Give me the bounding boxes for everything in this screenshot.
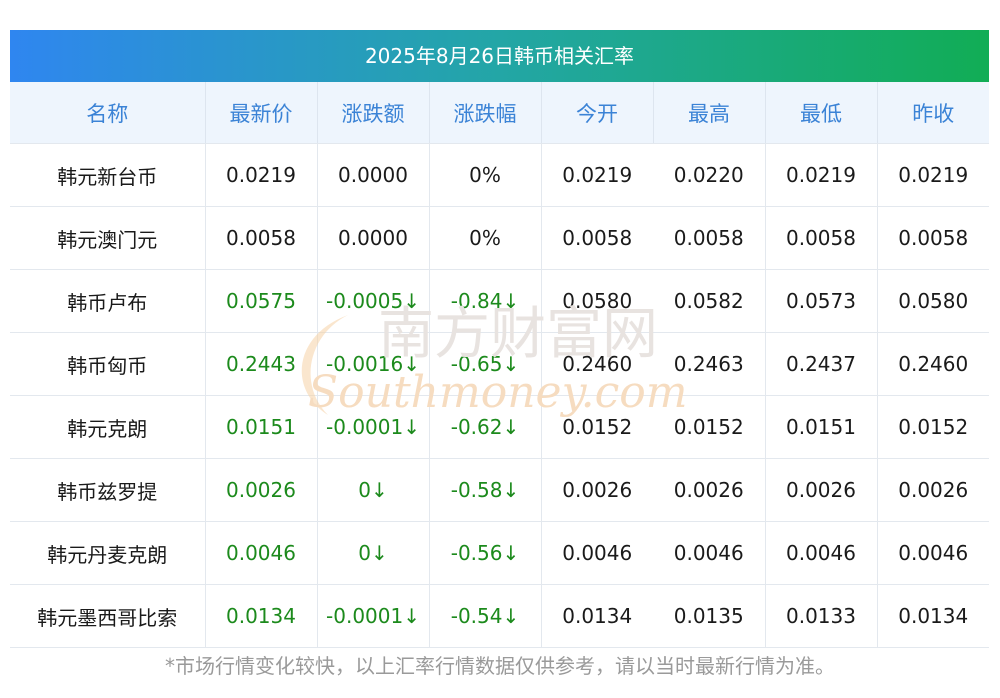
column-header: 今开 — [540, 82, 653, 144]
latest-price-cell: 0.0046 — [204, 521, 317, 585]
column-header: 涨跌额 — [316, 82, 429, 144]
currency-name-cell: 韩元新台币 — [10, 143, 205, 207]
prev-close-cell: 0.0219 — [876, 143, 989, 207]
change-percent-cell: 0% — [428, 206, 541, 270]
high-price-cell: 0.0046 — [653, 521, 765, 585]
open-price-cell: 0.0219 — [540, 143, 653, 207]
high-price-cell: 0.0220 — [653, 143, 765, 207]
change-amount-cell: 0↓ — [316, 521, 429, 585]
high-price-cell: 0.0135 — [653, 584, 765, 648]
change-amount-cell: -0.0016↓ — [316, 332, 429, 396]
currency-name-cell: 韩元墨西哥比索 — [10, 584, 205, 648]
open-price-cell: 0.0058 — [540, 206, 653, 270]
column-header: 最新价 — [204, 82, 317, 144]
change-amount-cell: 0.0000 — [316, 143, 429, 207]
currency-name-cell: 韩币卢布 — [10, 269, 205, 333]
low-price-cell: 0.2437 — [764, 332, 877, 396]
low-price-cell: 0.0573 — [764, 269, 877, 333]
latest-price-cell: 0.0058 — [204, 206, 317, 270]
rate-table: 名称 最新价 涨跌额 涨跌幅 今开 最高 最低 昨收 韩元新台币 0.0219 0.… — [10, 82, 989, 648]
currency-name-cell: 韩元克朗 — [10, 395, 205, 459]
currency-name-cell: 韩元澳门元 — [10, 206, 205, 270]
latest-price-cell: 0.0575 — [204, 269, 317, 333]
rate-table-panel: 2025年8月26日韩币相关汇率 名称 最新价 涨跌额 涨跌幅 今开 最高 最低… — [10, 30, 989, 648]
table-header-row: 名称 最新价 涨跌额 涨跌幅 今开 最高 最低 昨收 — [10, 82, 989, 144]
change-percent-cell: -0.58↓ — [428, 458, 541, 522]
latest-price-cell: 0.2443 — [204, 332, 317, 396]
column-header: 昨收 — [876, 82, 989, 144]
column-header: 涨跌幅 — [428, 82, 541, 144]
latest-price-cell: 0.0219 — [204, 143, 317, 207]
table-title: 2025年8月26日韩币相关汇率 — [10, 30, 989, 82]
open-price-cell: 0.2460 — [540, 332, 653, 396]
high-price-cell: 0.0582 — [653, 269, 765, 333]
column-header: 最高 — [652, 82, 765, 144]
low-price-cell: 0.0151 — [764, 395, 877, 459]
open-price-cell: 0.0580 — [540, 269, 653, 333]
prev-close-cell: 0.0152 — [876, 395, 989, 459]
currency-name-cell: 韩元丹麦克朗 — [10, 521, 205, 585]
currency-name-cell: 韩币兹罗提 — [10, 458, 205, 522]
high-price-cell: 0.0058 — [653, 206, 765, 270]
table-row: 韩元墨西哥比索 0.0134 -0.0001↓ -0.54↓ 0.0134 0.0135 0… — [10, 584, 989, 648]
disclaimer-footnote: *市场行情变化较快，以上汇率行情数据仅供参考，请以当时最新行情为准。 — [165, 654, 835, 678]
latest-price-cell: 0.0026 — [204, 458, 317, 522]
change-amount-cell: -0.0001↓ — [316, 395, 429, 459]
open-price-cell: 0.0134 — [540, 584, 653, 648]
open-price-cell: 0.0046 — [540, 521, 653, 585]
low-price-cell: 0.0046 — [764, 521, 877, 585]
prev-close-cell: 0.0046 — [876, 521, 989, 585]
prev-close-cell: 0.2460 — [876, 332, 989, 396]
low-price-cell: 0.0058 — [764, 206, 877, 270]
prev-close-cell: 0.0580 — [876, 269, 989, 333]
table-row: 韩元丹麦克朗 0.0046 0↓ -0.56↓ 0.0046 0.0046 0.0046 0.… — [10, 521, 989, 585]
change-amount-cell: 0.0000 — [316, 206, 429, 270]
latest-price-cell: 0.0134 — [204, 584, 317, 648]
low-price-cell: 0.0133 — [764, 584, 877, 648]
change-percent-cell: -0.56↓ — [428, 521, 541, 585]
open-price-cell: 0.0026 — [540, 458, 653, 522]
column-header: 最低 — [764, 82, 877, 144]
prev-close-cell: 0.0134 — [876, 584, 989, 648]
open-price-cell: 0.0152 — [540, 395, 653, 459]
column-header: 名称 — [10, 82, 205, 144]
table-row: 韩元新台币 0.0219 0.0000 0% 0.0219 0.0220 0.0219 0.0… — [10, 143, 989, 207]
prev-close-cell: 0.0026 — [876, 458, 989, 522]
change-amount-cell: -0.0001↓ — [316, 584, 429, 648]
change-percent-cell: -0.65↓ — [428, 332, 541, 396]
change-amount-cell: -0.0005↓ — [316, 269, 429, 333]
table-row: 韩币卢布 0.0575 -0.0005↓ -0.84↓ 0.0580 0.0582 0.05… — [10, 269, 989, 333]
change-percent-cell: 0% — [428, 143, 541, 207]
change-amount-cell: 0↓ — [316, 458, 429, 522]
table-row: 韩币匈币 0.2443 -0.0016↓ -0.65↓ 0.2460 0.2463 0.24… — [10, 332, 989, 396]
high-price-cell: 0.0152 — [653, 395, 765, 459]
high-price-cell: 0.2463 — [653, 332, 765, 396]
currency-name-cell: 韩币匈币 — [10, 332, 205, 396]
change-percent-cell: -0.54↓ — [428, 584, 541, 648]
change-percent-cell: -0.62↓ — [428, 395, 541, 459]
high-price-cell: 0.0026 — [653, 458, 765, 522]
latest-price-cell: 0.0151 — [204, 395, 317, 459]
low-price-cell: 0.0026 — [764, 458, 877, 522]
table-row: 韩元澳门元 0.0058 0.0000 0% 0.0058 0.0058 0.0058 0.0… — [10, 206, 989, 270]
change-percent-cell: -0.84↓ — [428, 269, 541, 333]
table-row: 韩元克朗 0.0151 -0.0001↓ -0.62↓ 0.0152 0.0152 0.01… — [10, 395, 989, 459]
low-price-cell: 0.0219 — [764, 143, 877, 207]
table-body: 韩元新台币 0.0219 0.0000 0% 0.0219 0.0220 0.0219 0.0… — [10, 143, 989, 648]
table-row: 韩币兹罗提 0.0026 0↓ -0.58↓ 0.0026 0.0026 0.0026 0.0… — [10, 458, 989, 522]
prev-close-cell: 0.0058 — [876, 206, 989, 270]
